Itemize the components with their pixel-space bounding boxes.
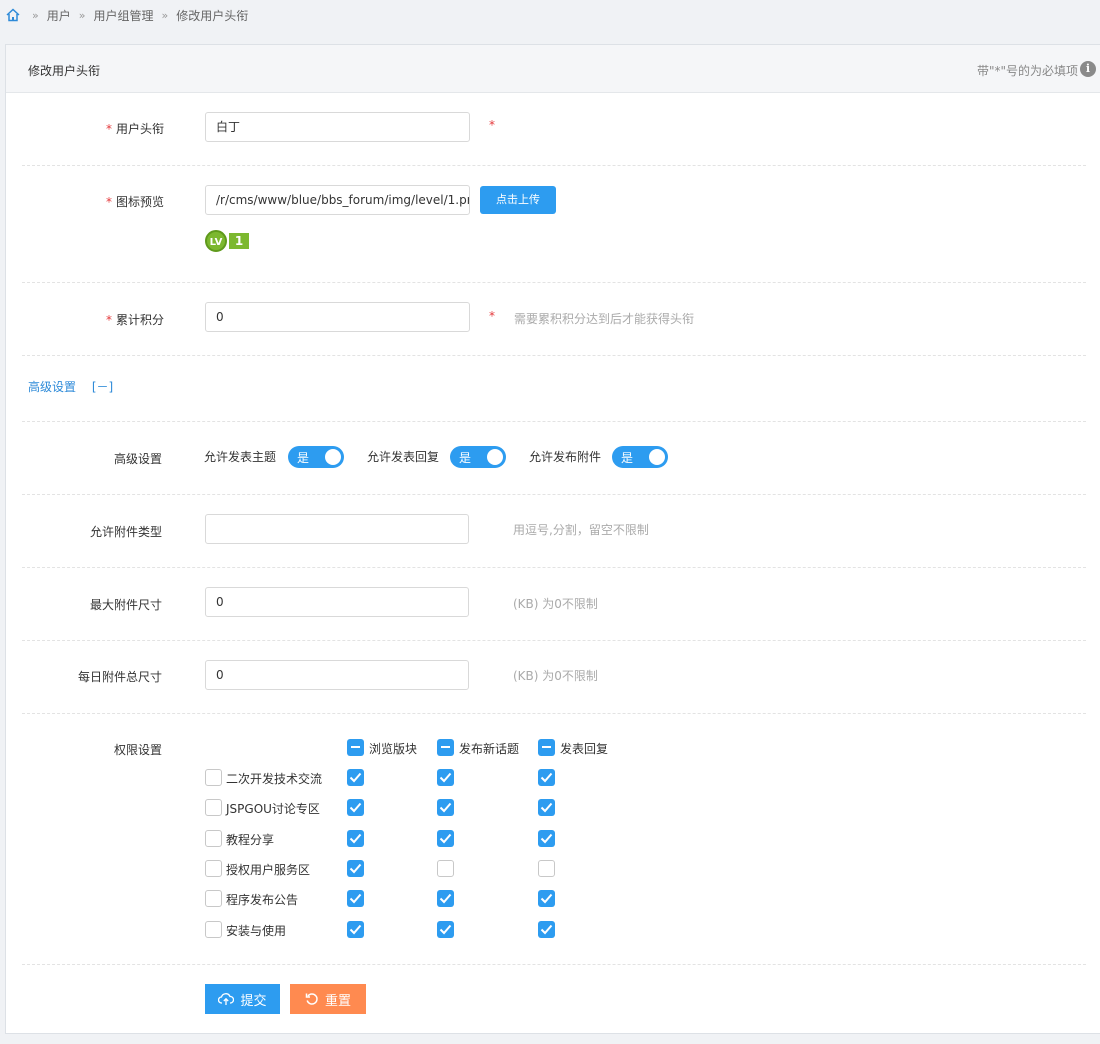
permission-checkbox[interactable] bbox=[347, 769, 364, 786]
upload-button[interactable]: 点击上传 bbox=[480, 186, 556, 214]
permission-checkbox[interactable] bbox=[538, 769, 555, 786]
permission-checkbox[interactable] bbox=[437, 921, 454, 938]
daily-attach-label: 每日附件总尺寸 bbox=[77, 670, 162, 684]
divider bbox=[22, 165, 1086, 166]
max-attach-input[interactable]: 0 bbox=[205, 587, 469, 617]
home-icon[interactable] bbox=[6, 8, 20, 22]
permission-column-header: 发表回复 bbox=[560, 742, 609, 756]
advanced-toggle-link[interactable]: 高级设置 [－] bbox=[28, 378, 113, 395]
permission-checkbox[interactable] bbox=[437, 830, 454, 847]
attach-types-label: 允许附件类型 bbox=[89, 525, 162, 539]
points-hint: 需要累积积分达到后才能获得头衔 bbox=[514, 312, 695, 326]
switch-state: 是 bbox=[621, 451, 634, 465]
refresh-icon bbox=[305, 993, 318, 1005]
divider bbox=[22, 494, 1086, 495]
switch-label-attach: 允许发布附件 bbox=[529, 450, 602, 464]
forum-name: JSPGOU讨论专区 bbox=[226, 802, 320, 816]
forum-row-checkbox[interactable] bbox=[205, 830, 222, 847]
icon-path-input[interactable]: /r/cms/www/blue/bbs_forum/img/level/1.pr bbox=[205, 185, 470, 215]
submit-label: 提交 bbox=[240, 993, 267, 1009]
breadcrumb-separator: » bbox=[32, 8, 39, 22]
permission-checkbox[interactable] bbox=[347, 921, 364, 938]
permission-checkbox[interactable] bbox=[347, 830, 364, 847]
allow-topic-switch[interactable]: 是 bbox=[288, 446, 344, 468]
permission-checkbox[interactable] bbox=[437, 769, 454, 786]
divider bbox=[22, 964, 1086, 965]
breadcrumb-item-group-manage[interactable]: 用户组管理 bbox=[93, 7, 153, 24]
allow-reply-switch[interactable]: 是 bbox=[450, 446, 506, 468]
forum-row-checkbox[interactable] bbox=[205, 890, 222, 907]
switch-state: 是 bbox=[297, 451, 310, 465]
divider bbox=[22, 567, 1086, 568]
forum-row-checkbox[interactable] bbox=[205, 769, 222, 786]
forum-name: 安装与使用 bbox=[226, 924, 287, 938]
forum-row-checkbox[interactable] bbox=[205, 860, 222, 877]
required-star: * bbox=[489, 309, 495, 323]
permission-checkbox[interactable] bbox=[347, 860, 364, 877]
advanced-toggle-label: 高级设置 bbox=[28, 380, 77, 394]
switch-state: 是 bbox=[459, 451, 472, 465]
permission-checkbox[interactable] bbox=[538, 890, 555, 907]
breadcrumb-item-users[interactable]: 用户 bbox=[47, 7, 71, 24]
max-attach-label: 最大附件尺寸 bbox=[89, 598, 162, 612]
permission-checkbox[interactable] bbox=[437, 860, 454, 877]
info-icon: i bbox=[1080, 61, 1096, 77]
level-badge-number: 1 bbox=[229, 233, 249, 249]
advanced-label: 高级设置 bbox=[113, 452, 162, 466]
submit-button[interactable]: 提交 bbox=[205, 984, 280, 1014]
forum-row-checkbox[interactable] bbox=[205, 799, 222, 816]
permission-checkbox[interactable] bbox=[437, 799, 454, 816]
icon-label: * 图标预览 bbox=[105, 195, 164, 209]
switch-label-topic: 允许发表主题 bbox=[204, 450, 277, 464]
required-star: * bbox=[489, 118, 495, 132]
permission-checkbox[interactable] bbox=[347, 799, 364, 816]
title-input[interactable]: 白丁 bbox=[205, 112, 470, 142]
switch-label-reply: 允许发表回复 bbox=[367, 450, 440, 464]
permission-checkbox[interactable] bbox=[538, 830, 555, 847]
required-note: 带"*"号的为必填项 bbox=[976, 64, 1078, 78]
forum-name: 授权用户服务区 bbox=[226, 863, 311, 877]
attach-types-input[interactable] bbox=[205, 514, 469, 544]
points-label: * 累计积分 bbox=[105, 313, 164, 327]
permission-checkbox[interactable] bbox=[538, 799, 555, 816]
collapse-control[interactable]: [－] bbox=[92, 380, 113, 394]
points-input[interactable]: 0 bbox=[205, 302, 470, 332]
forum-name: 二次开发技术交流 bbox=[226, 772, 323, 786]
column-select-all-checkbox[interactable] bbox=[347, 739, 364, 756]
breadcrumb-separator: » bbox=[161, 8, 169, 22]
reset-label: 重置 bbox=[324, 993, 351, 1009]
permission-column-header: 发布新话题 bbox=[459, 742, 520, 756]
daily-attach-hint: (KB) 为0不限制 bbox=[513, 669, 598, 683]
divider bbox=[22, 713, 1086, 714]
daily-attach-input[interactable]: 0 bbox=[205, 660, 469, 690]
breadcrumb-separator: » bbox=[78, 8, 86, 22]
permission-checkbox[interactable] bbox=[538, 860, 555, 877]
forum-name: 程序发布公告 bbox=[226, 893, 299, 907]
column-select-all-checkbox[interactable] bbox=[538, 739, 555, 756]
upload-cloud-icon bbox=[218, 993, 235, 1005]
title-label: * 用户头衔 bbox=[105, 122, 164, 136]
panel-title: 修改用户头衔 bbox=[28, 64, 101, 78]
divider bbox=[22, 640, 1086, 641]
column-select-all-checkbox[interactable] bbox=[437, 739, 454, 756]
permission-checkbox[interactable] bbox=[538, 921, 555, 938]
forum-name: 教程分享 bbox=[226, 833, 275, 847]
attach-types-hint: 用逗号,分割，留空不限制 bbox=[513, 523, 649, 537]
breadcrumb: » 用户 » 用户组管理 » 修改用户头衔 bbox=[6, 6, 248, 24]
panel-header: 修改用户头衔 带"*"号的为必填项 i bbox=[6, 45, 1100, 93]
level-badge-lv: LV bbox=[205, 230, 227, 252]
divider bbox=[22, 421, 1086, 422]
divider bbox=[22, 282, 1086, 283]
max-attach-hint: (KB) 为0不限制 bbox=[513, 597, 598, 611]
permission-checkbox[interactable] bbox=[347, 890, 364, 907]
level-badge: LV 1 bbox=[205, 230, 249, 252]
permission-column-header: 浏览版块 bbox=[369, 742, 418, 756]
permissions-label: 权限设置 bbox=[113, 743, 162, 757]
divider bbox=[22, 355, 1086, 356]
breadcrumb-item-current: 修改用户头衔 bbox=[176, 8, 249, 23]
forum-row-checkbox[interactable] bbox=[205, 921, 222, 938]
reset-button[interactable]: 重置 bbox=[290, 984, 366, 1014]
allow-attach-switch[interactable]: 是 bbox=[612, 446, 668, 468]
permission-checkbox[interactable] bbox=[437, 890, 454, 907]
